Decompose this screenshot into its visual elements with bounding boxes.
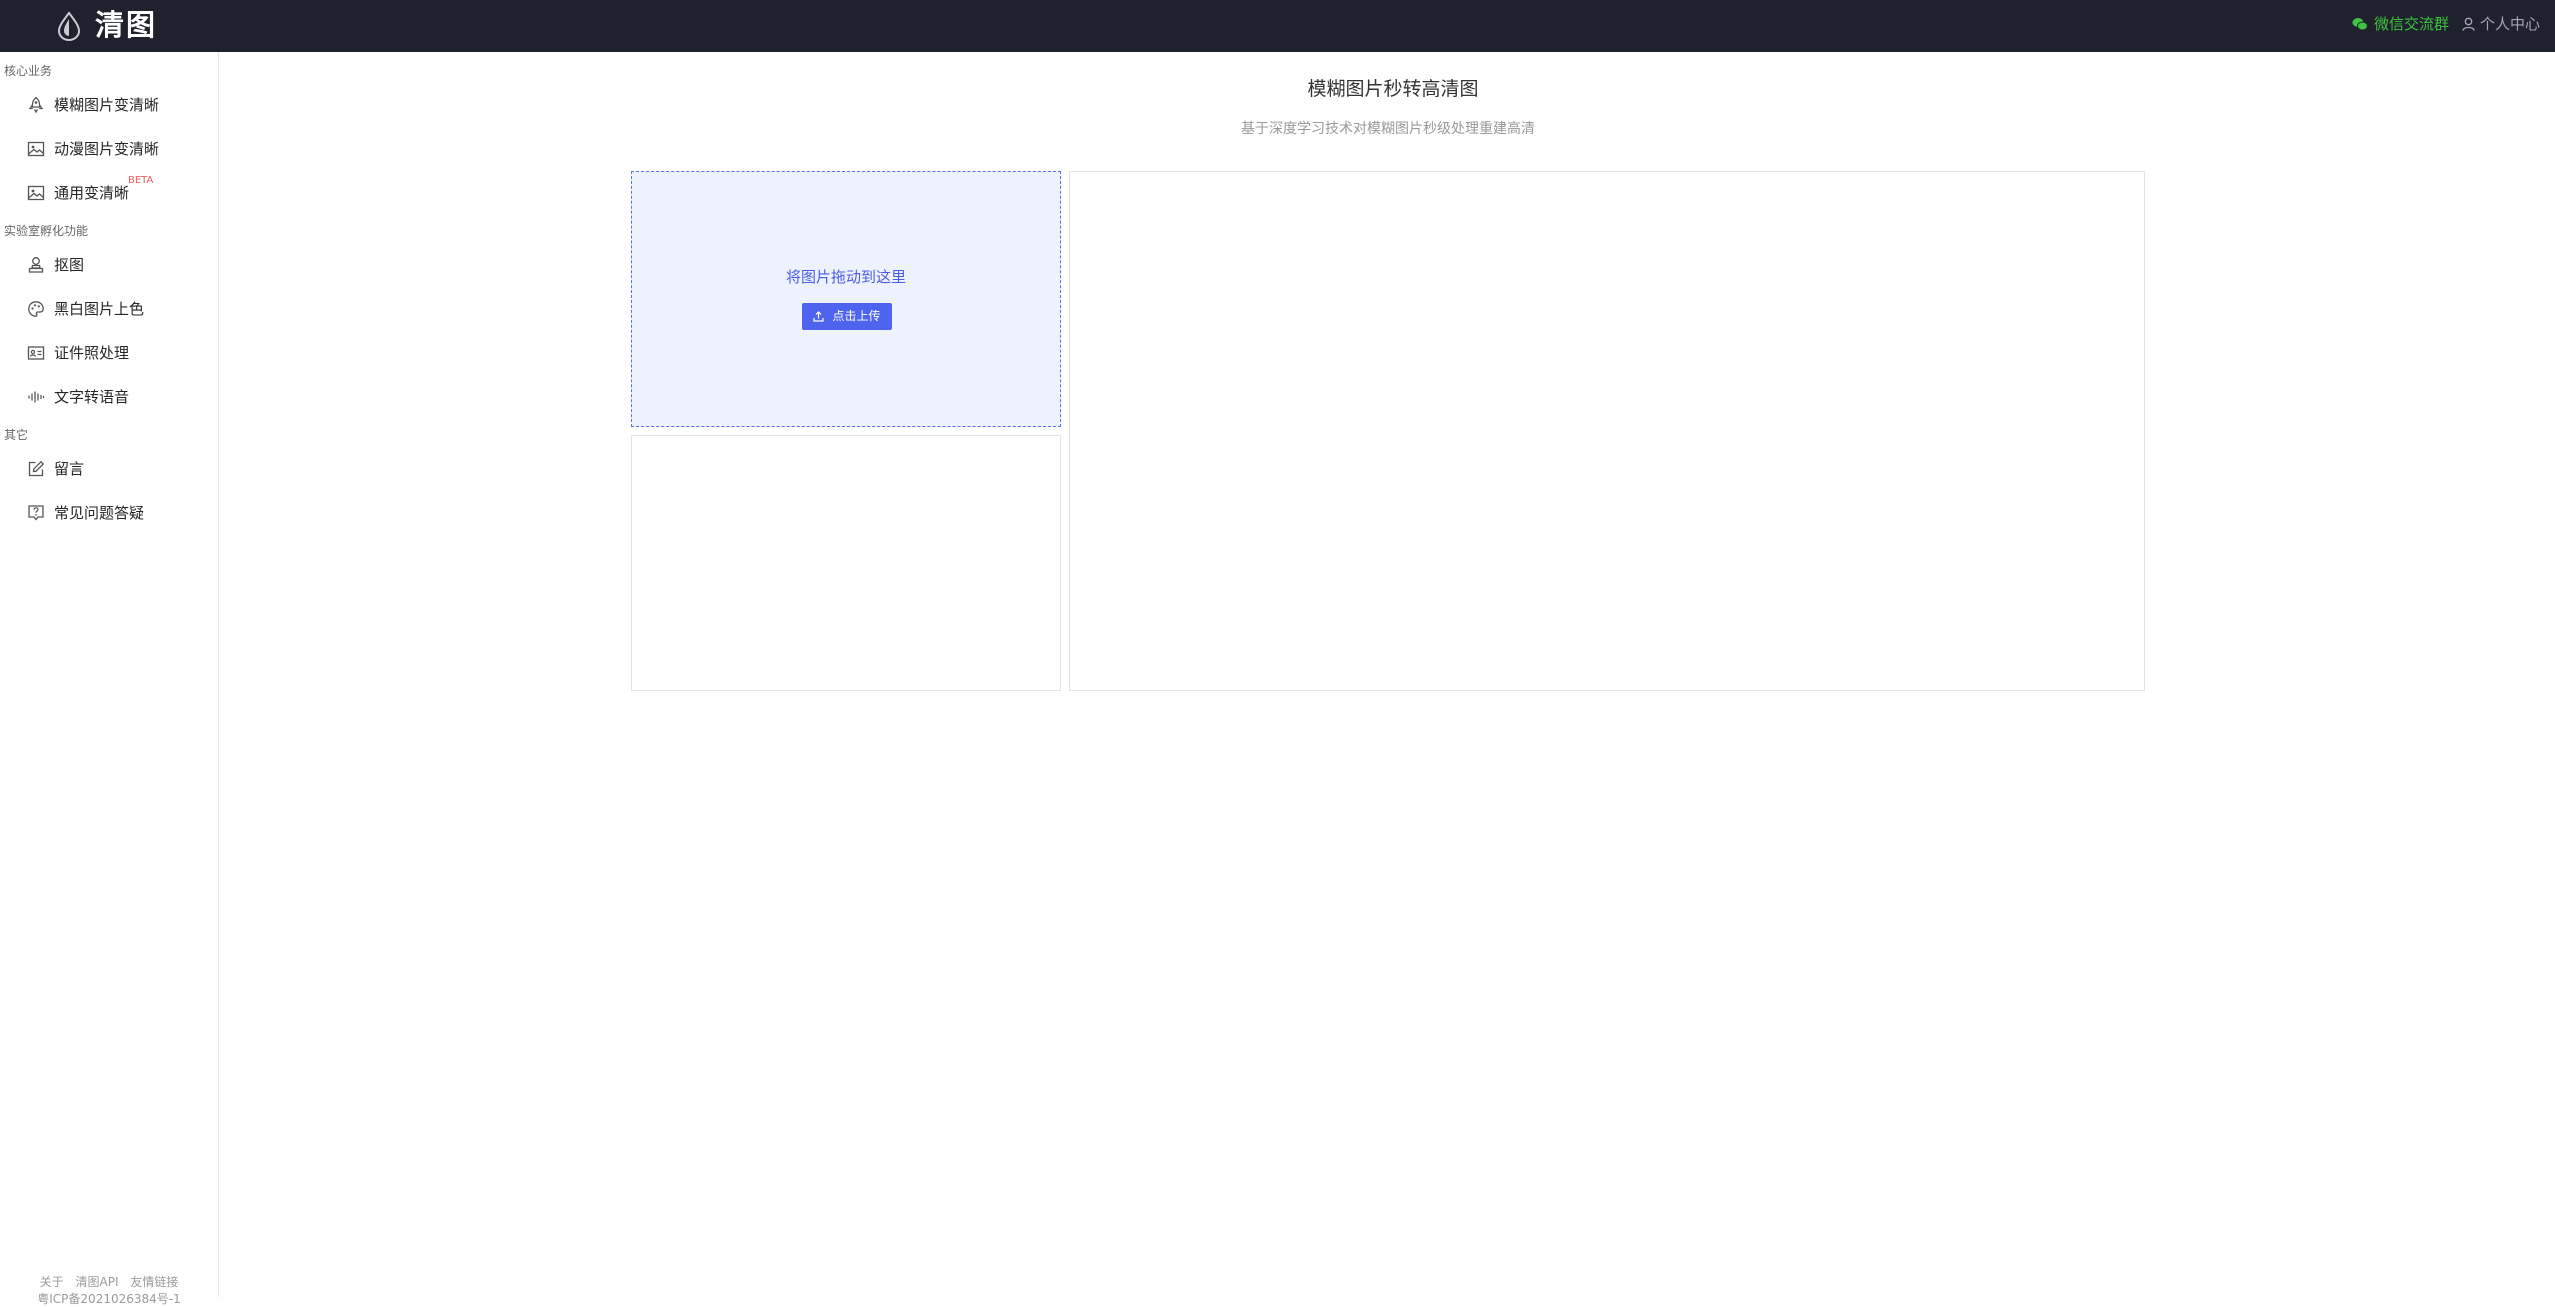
upload-button[interactable]: 点击上传 [802,303,892,330]
wechat-icon [2352,18,2368,31]
user-center-link[interactable]: 个人中心 [2462,14,2540,34]
sidebar-item-label: 黑白图片上色 [54,300,145,318]
page-title: 模糊图片秒转高清图 [1307,78,1479,100]
icp-record[interactable]: 粤ICP备2021026384号-1 [0,1291,218,1307]
sidebar-item-label: 常见问题答疑 [54,504,145,522]
beta-badge: BETA [128,175,154,186]
sidebar-item-message[interactable]: 留言 [0,449,218,489]
id-card-icon [27,346,45,360]
edit-icon [28,460,45,477]
sidebar-item-label: 通用变清晰 [54,184,130,202]
image-icon [27,185,45,201]
sidebar-item-id-photo[interactable]: 证件照处理 [0,333,218,373]
user-center-label: 个人中心 [2480,15,2541,33]
sidebar-item-blur-to-clear[interactable]: 模糊图片变清晰 [0,85,218,125]
app-name[interactable]: 清图 [95,6,157,44]
sidebar-item-label: 留言 [54,460,85,478]
sidebar-footer-links: 关于 清图API 友情链接 [0,1274,218,1290]
wechat-group-link[interactable]: 微信交流群 [2352,14,2449,34]
image-icon [27,141,45,157]
sidebar-item-label: 动漫图片变清晰 [54,140,160,158]
rocket-icon [28,96,44,114]
friend-links-link[interactable]: 友情链接 [130,1275,178,1289]
wechat-link-label: 微信交流群 [2374,15,2450,33]
sidebar-item-label: 模糊图片变清晰 [54,96,160,114]
sidebar-group-title-other: 其它 [4,428,29,442]
person-icon [28,257,44,273]
upload-icon [813,311,825,322]
top-bar: 清图 微信交流群 个人中心 [0,0,2555,52]
result-preview-panel [1069,171,2145,691]
logo-icon [57,11,81,41]
sidebar-item-label: 抠图 [54,256,85,274]
drop-hint: 将图片拖动到这里 [785,268,906,286]
audio-wave-icon [28,391,45,403]
sidebar: 核心业务 模糊图片变清晰 动漫图片变清晰 通用变清晰 BETA 实验室孵化功能 [0,52,219,1306]
user-icon [2462,17,2475,31]
original-preview-panel [631,435,1061,691]
sidebar-item-label: 证件照处理 [54,344,130,362]
sidebar-item-anime-to-clear[interactable]: 动漫图片变清晰 [0,129,218,169]
sidebar-item-colorize[interactable]: 黑白图片上色 [0,289,218,329]
sidebar-item-label: 文字转语音 [54,388,130,406]
image-drop-zone[interactable]: 将图片拖动到这里 点击上传 [631,171,1061,427]
sidebar-item-cutout[interactable]: 抠图 [0,245,218,285]
api-link[interactable]: 清图API [76,1275,119,1289]
page-subtitle: 基于深度学习技术对模糊图片秒级处理重建高清 [1241,121,1535,137]
about-link[interactable]: 关于 [40,1275,64,1289]
sidebar-group-title-lab: 实验室孵化功能 [4,224,89,238]
palette-icon [28,301,44,317]
sidebar-item-text-to-speech[interactable]: 文字转语音 [0,377,218,417]
sidebar-group-title-core: 核心业务 [4,64,53,78]
upload-button-label: 点击上传 [832,309,881,323]
sidebar-item-general-to-clear[interactable]: 通用变清晰 BETA [0,173,218,213]
sidebar-item-faq[interactable]: 常见问题答疑 [0,493,218,533]
question-icon [28,505,44,521]
